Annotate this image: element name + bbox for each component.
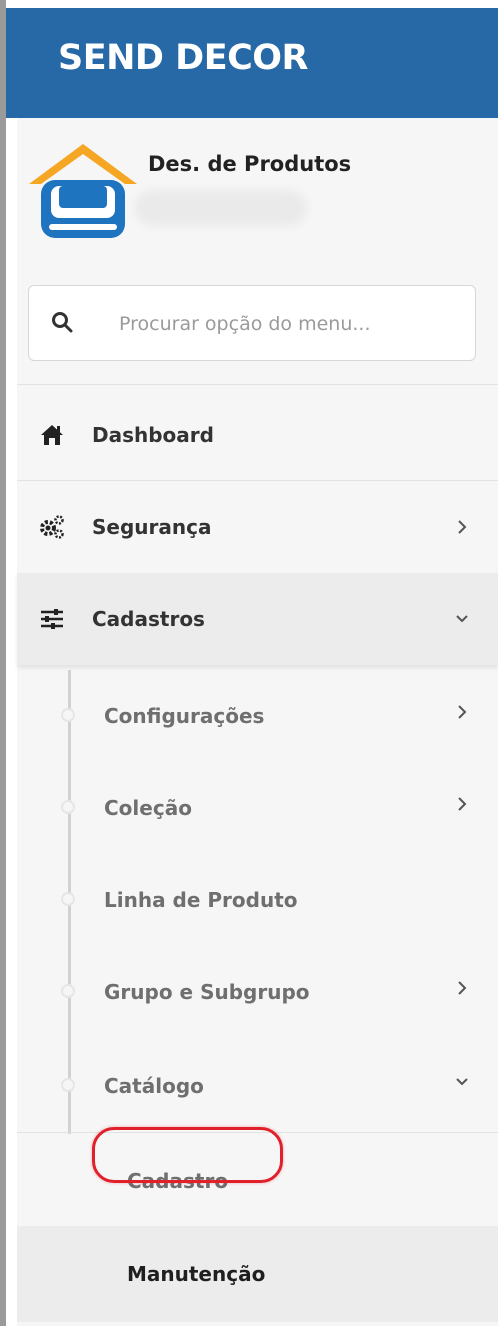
user-name: Des. de Produtos [148,152,352,176]
sliders-icon [41,609,63,629]
highlight-annotation [92,1127,283,1183]
avatar [29,144,137,238]
nav-item-cadastros[interactable]: Cadastros [17,573,498,665]
tree-node-dot [61,800,75,814]
sub-item-label: Catálogo [104,1074,204,1098]
app-header: SEND DECOR [6,8,498,118]
menu-search [28,285,476,362]
tree-node-dot [61,892,75,906]
sub-item-label: Linha de Produto [104,888,298,912]
tree-node-dot [61,1078,75,1092]
gears-icon [40,515,64,539]
sub-item-colecao[interactable]: Coleção [17,762,498,854]
sub-item-label: Grupo e Subgrupo [104,980,310,1004]
chevron-down-icon [456,1078,468,1086]
brand-title[interactable]: SEND DECOR [58,38,309,78]
sub-item-label: Configurações [104,704,265,728]
sub-item-linha-de-produto[interactable]: Linha de Produto [17,854,498,946]
leaf-item-label: Manutenção [127,1262,266,1286]
leaf-item-manutencao[interactable]: Manutenção [17,1226,498,1322]
search-input[interactable] [117,286,461,362]
nav-label: Dashboard [92,423,214,447]
chevron-down-icon [456,615,468,623]
tree-node-dot [61,708,75,722]
chevron-right-icon [458,705,467,719]
sub-item-label: Coleção [104,796,192,820]
nav-label: Cadastros [92,607,205,631]
chevron-right-icon [458,981,467,995]
nav-label: Segurança [92,515,212,539]
home-icon [41,425,63,445]
divider [17,384,498,385]
nav-item-seguranca[interactable]: Segurança [17,481,498,573]
window-edge [0,0,6,1326]
chevron-right-icon [458,797,467,811]
tree-node-dot [61,984,75,998]
nav-item-dashboard[interactable]: Dashboard [17,389,498,481]
sub-item-configuracoes[interactable]: Configurações [17,670,498,762]
user-profile: Des. de Produtos [17,118,498,258]
chevron-right-icon [458,520,467,534]
user-subtitle-blurred [135,190,307,226]
sub-item-catalogo[interactable]: Catálogo [17,1040,498,1132]
search-icon [52,312,73,333]
sub-item-grupo-e-subgrupo[interactable]: Grupo e Subgrupo [17,946,498,1038]
